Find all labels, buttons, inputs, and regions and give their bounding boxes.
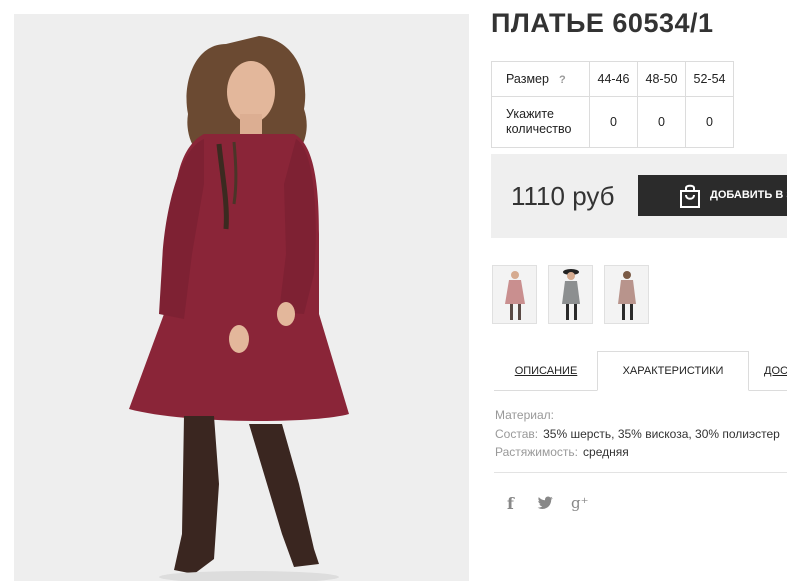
char-key-material: Материал: — [495, 408, 554, 422]
product-title: ПЛАТЬЕ 60534/1 — [491, 8, 714, 38]
quantity-label: Укажите количество — [506, 107, 571, 137]
size-44-46: 44-46 — [589, 61, 638, 97]
product-main-image[interactable] — [14, 14, 469, 581]
size-label: Размер — [506, 72, 549, 86]
price-box: 1110 руб ДОБАВИТЬ В З — [491, 154, 787, 238]
quantity-input-48-50[interactable]: 0 — [637, 96, 686, 148]
char-key-composition: Состав: — [495, 426, 539, 441]
tab-description-label: ОПИСАНИЕ — [514, 365, 578, 377]
quantity-label-line1: Укажите — [506, 107, 554, 121]
size-label-cell: Размер? — [491, 61, 590, 97]
quantity-input-52-54[interactable]: 0 — [685, 96, 734, 148]
product-tabs: ОПИСАНИЕ ХАРАКТЕРИСТИКИ ДОС — [494, 351, 787, 391]
size-help-icon[interactable]: ? — [559, 74, 566, 86]
size-52-54: 52-54 — [685, 61, 734, 97]
quantity-input-44-46[interactable]: 0 — [589, 96, 638, 148]
characteristics-list: Материал: Состав: 35% шерсть, 35% вискоза… — [495, 406, 780, 462]
tab-delivery-label: ДОС — [764, 365, 787, 377]
quantity-label-cell: Укажите количество — [491, 96, 590, 148]
thumb-dress-gray[interactable] — [548, 265, 593, 324]
googleplus-icon[interactable]: g⁺ — [571, 494, 589, 512]
char-key-stretch: Растяжимость: — [495, 445, 579, 459]
facebook-icon[interactable]: f — [507, 494, 514, 513]
size-row: Размер? 44-46 48-50 52-54 — [491, 61, 734, 97]
tab-characteristics[interactable]: ХАРАКТЕРИСТИКИ — [597, 351, 749, 391]
char-value-stretch: средняя — [583, 445, 629, 459]
tab-description[interactable]: ОПИСАНИЕ — [494, 351, 598, 391]
shopping-bag-icon — [680, 184, 700, 208]
char-value-composition: 35% шерсть, 35% вискоза, 30% полиэстер — [543, 426, 780, 441]
char-row-composition: Состав: 35% шерсть, 35% вискоза, 30% поли… — [495, 425, 780, 444]
char-row-material: Материал: — [495, 406, 780, 425]
quantity-row: Укажите количество 0 0 0 — [491, 96, 734, 148]
twitter-icon[interactable] — [537, 496, 553, 510]
char-row-stretch: Растяжимость: средняя — [495, 443, 780, 462]
size-48-50: 48-50 — [637, 61, 686, 97]
thumb-dress-beige[interactable] — [604, 265, 649, 324]
tab-characteristics-label: ХАРАКТЕРИСТИКИ — [622, 365, 724, 377]
quantity-label-line2: количество — [506, 122, 572, 136]
add-to-cart-button[interactable]: ДОБАВИТЬ В З — [638, 175, 787, 216]
size-quantity-table: Размер? 44-46 48-50 52-54 Укажите количес… — [491, 61, 734, 148]
tab-delivery[interactable]: ДОС — [764, 351, 787, 391]
thumb-dress-pink[interactable] — [492, 265, 537, 324]
price: 1110 руб — [511, 181, 615, 211]
add-to-cart-label: ДОБАВИТЬ В З — [710, 189, 787, 201]
divider — [494, 472, 787, 473]
